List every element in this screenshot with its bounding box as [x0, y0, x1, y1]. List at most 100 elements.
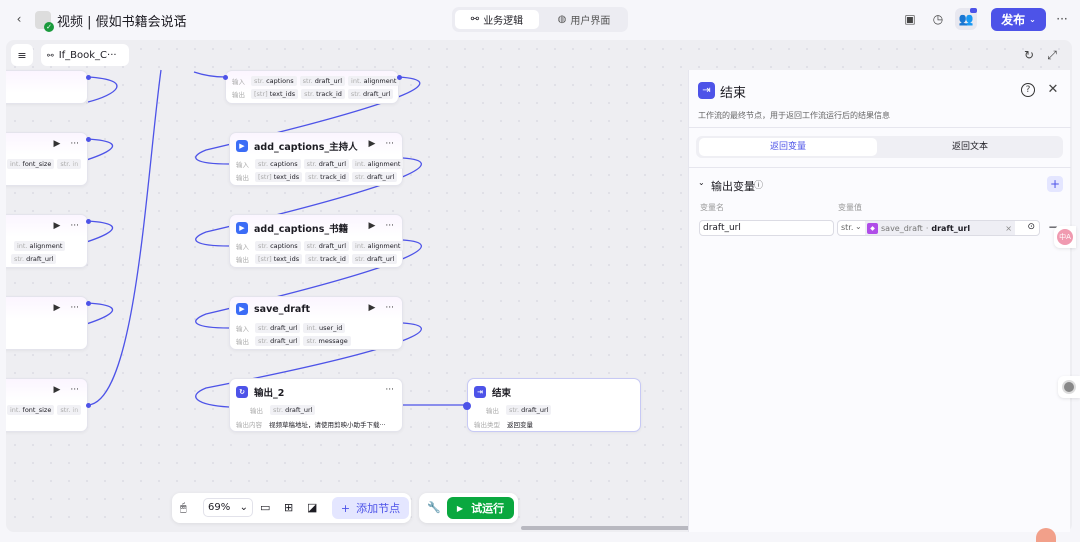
node-end[interactable]: ⇥ 结束 输出 str. draft_url 输出类型 返回变量	[467, 378, 641, 432]
output-port[interactable]	[86, 75, 91, 80]
text: 输出类型	[474, 421, 500, 429]
node-header: ▶ add_captions_书籍	[236, 221, 348, 235]
tab-return-variable[interactable]: 返回变量	[699, 138, 877, 156]
tab-user-interface[interactable]: ◍ 用户界面	[544, 10, 624, 29]
node-header: ▶ save_draft	[236, 303, 310, 315]
debug-icon[interactable]: 🔧	[427, 501, 441, 514]
type-label: str.	[306, 160, 317, 168]
publish-button[interactable]: 发布 ⌄	[991, 8, 1046, 31]
text: draft_url	[270, 324, 298, 332]
workflow-name-chip[interactable]: ⚯ If_Book_C···	[41, 44, 129, 66]
layout-icon[interactable]: ⊞	[284, 501, 293, 514]
node-add-captions-host[interactable]: ▶ add_captions_主持人 ▶ ··· 输入 str. captions str…	[229, 132, 404, 186]
node-save-draft[interactable]: ▶ save_draft ▶ ··· 输入 str. draft_url int. user…	[229, 296, 403, 350]
run-icon[interactable]: ▶	[53, 385, 60, 395]
more-icon[interactable]: ···	[70, 385, 79, 395]
run-icon[interactable]: ▶	[368, 139, 375, 149]
assistant-widget[interactable]	[1058, 376, 1080, 398]
node-controls: ▶ ···	[53, 303, 79, 313]
param-tag: str. track_id	[305, 172, 349, 182]
back-icon[interactable]: ‹	[12, 12, 26, 26]
variable-reference[interactable]: ◆ save_draft · draft_url ×	[865, 221, 1015, 235]
run-icon[interactable]: ▶	[368, 303, 375, 313]
param-tag: str. draft_url	[255, 323, 301, 333]
node-output-2[interactable]: ↻ 输出_2 ··· 输出 str. draft_url 输出内容 视频草稿地址，请使用…	[229, 378, 403, 432]
run-icon[interactable]: ▶	[53, 221, 60, 231]
variable-name-input[interactable]: draft_url	[699, 220, 834, 236]
output-port[interactable]	[86, 137, 91, 142]
history-icon[interactable]: ◷	[931, 12, 945, 26]
text: 输入	[236, 325, 249, 333]
mouse-icon[interactable]: 🖱	[180, 501, 187, 515]
horizontal-scrollbar[interactable]	[521, 526, 691, 530]
add-node-button[interactable]: + 添加节点	[332, 497, 409, 519]
workflow-node[interactable]: ▶ ···	[6, 296, 88, 350]
more-icon[interactable]: ···	[385, 303, 394, 313]
toggle-sidebar-button[interactable]: ≡	[11, 44, 33, 66]
zoom-select[interactable]: 69% ⌄	[203, 498, 253, 517]
more-icon[interactable]: ···	[70, 303, 79, 313]
collapse-icon[interactable]: ⌄	[698, 178, 705, 187]
end-icon: ⇥	[474, 386, 486, 398]
run-icon[interactable]: ▶	[53, 303, 60, 313]
more-icon[interactable]: ···	[70, 221, 79, 231]
input-port[interactable]	[463, 402, 471, 410]
target-icon[interactable]: ⊙	[1027, 222, 1035, 232]
help-icon[interactable]: ?	[1021, 83, 1035, 97]
variable-value-input[interactable]: str. ⌄ ◆ save_draft · draft_url × ⊙	[837, 220, 1040, 236]
workflow-node[interactable]: 输入 str. captions str. draft_url int. alignment…	[225, 70, 400, 104]
flow-icon: ⚯	[47, 50, 54, 60]
text: draft_url	[931, 223, 971, 233]
minimap-icon[interactable]: ◪	[307, 501, 317, 514]
more-icon[interactable]: ···	[385, 385, 394, 395]
comment-icon[interactable]: ▭	[260, 501, 270, 514]
output-port[interactable]	[397, 75, 402, 80]
close-icon[interactable]: ✕	[1046, 82, 1060, 97]
workflow-node[interactable]: ▶ ··· int. alignment str. draft_url	[6, 214, 88, 268]
param-tag: str. in	[57, 405, 82, 415]
text: 视频草稿地址，请使用剪映小助手下载···	[269, 421, 386, 429]
workflow-node[interactable]: ▶ ··· int. font_size str. in	[6, 378, 88, 432]
node-controls: ▶ ···	[368, 303, 394, 313]
test-run-button[interactable]: ▶ 试运行	[447, 497, 514, 519]
param-row: 输入 str. captions str. draft_url int. alignment	[232, 76, 400, 86]
clear-icon[interactable]: ×	[1005, 224, 1012, 233]
text: 业务逻辑	[483, 16, 524, 27]
run-icon[interactable]: ▶	[53, 139, 60, 149]
type-label: str.	[304, 90, 315, 98]
output-port[interactable]	[86, 301, 91, 306]
floating-avatar[interactable]	[1036, 528, 1056, 542]
text: 输入	[236, 161, 249, 169]
output-port[interactable]	[86, 403, 91, 408]
more-icon[interactable]: ···	[385, 221, 394, 231]
input-port[interactable]	[223, 75, 228, 80]
more-icon[interactable]: ···	[385, 139, 394, 149]
more-icon[interactable]: ···	[70, 139, 79, 149]
tab-business-logic[interactable]: ⚯ 业务逻辑	[455, 10, 539, 29]
more-icon[interactable]: ···	[1055, 12, 1069, 26]
type-select[interactable]: str.	[841, 223, 853, 232]
param-tag: str. draft_url	[303, 159, 350, 169]
node-add-captions-book[interactable]: ▶ add_captions_书籍 ▶ ··· 输入 str. captions str.…	[229, 214, 404, 268]
workflow-node[interactable]	[6, 70, 88, 104]
menu-icon: ≡	[17, 48, 27, 62]
translate-widget[interactable]: 中A	[1054, 226, 1076, 248]
tab-return-text[interactable]: 返回文本	[880, 138, 1060, 156]
text: 用户界面	[570, 16, 611, 27]
edit-icon[interactable]: ✎	[174, 13, 186, 25]
run-icon[interactable]: ▶	[368, 221, 375, 231]
param-row: 输出 [str] text_ids str. track_id str. draft_url	[236, 172, 398, 182]
translate-icon: 中A	[1057, 229, 1073, 245]
type-label: str.	[258, 160, 269, 168]
archive-icon[interactable]: ▣	[903, 12, 917, 26]
output-port[interactable]	[86, 219, 91, 224]
workflow-node[interactable]: ▶ ··· int. font_size str. in	[6, 132, 88, 186]
refresh-icon[interactable]: ↻	[1022, 48, 1036, 62]
top-bar: ‹ ✓ 视频 | 假如书籍会说话 ✎ ⚯ 业务逻辑 ◍ 用户界面 ▣ ◷ 👥 发布 ⌄…	[0, 0, 1080, 40]
param-tag: str. draft_url	[255, 336, 301, 346]
text: 试运行	[471, 502, 505, 515]
text: draft_url	[362, 90, 391, 98]
add-variable-button[interactable]: +	[1047, 176, 1063, 192]
param-row: 输出类型 返回变量	[474, 419, 533, 429]
expand-icon[interactable]: ⤢	[1045, 48, 1059, 62]
